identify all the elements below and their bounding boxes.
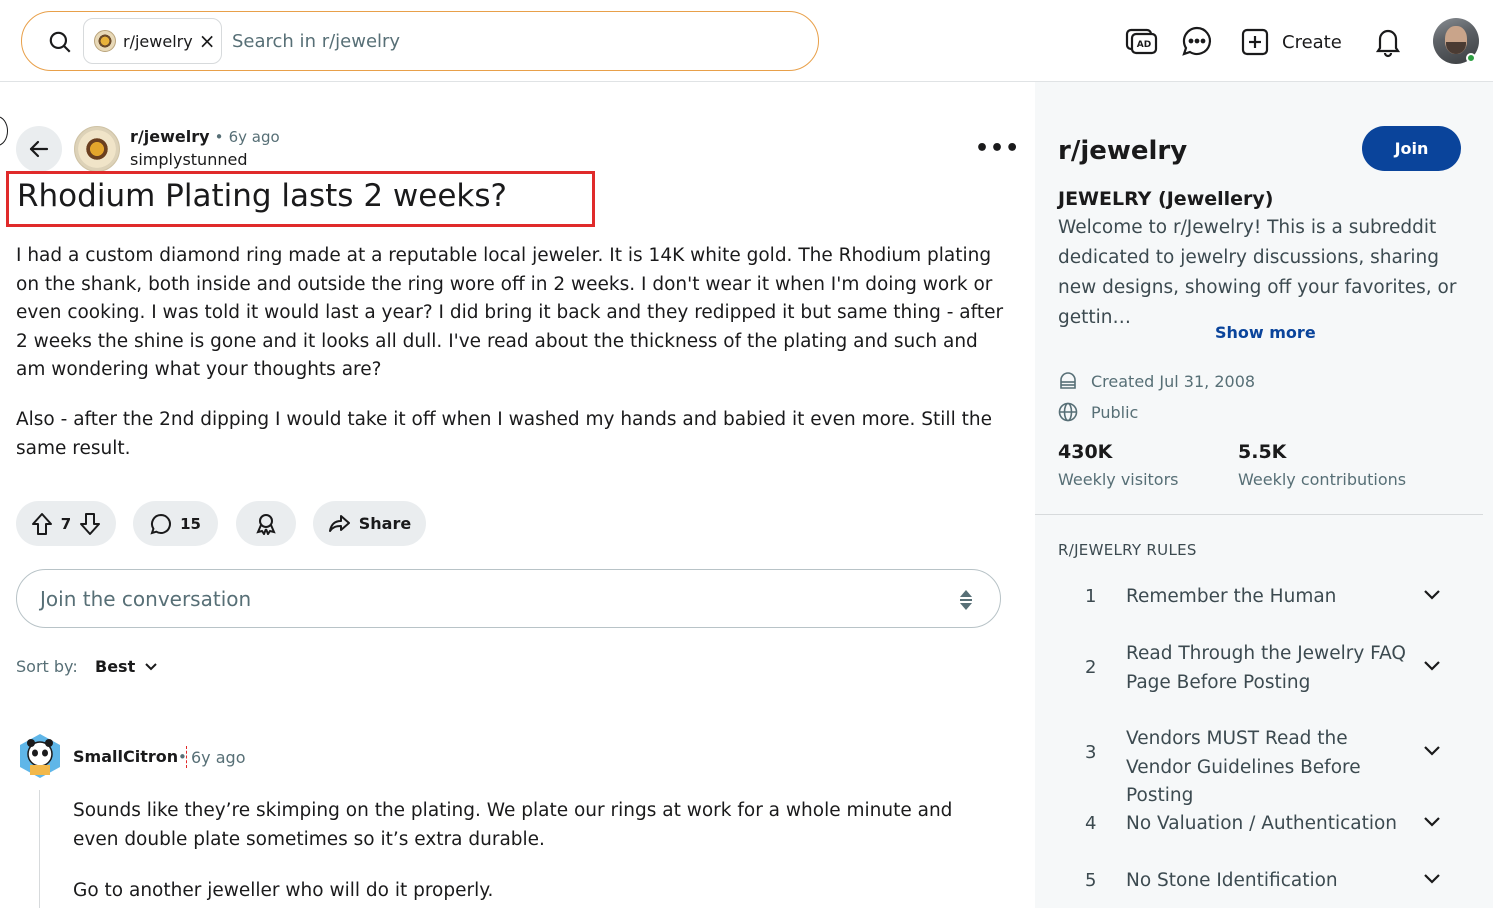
sort-dropdown[interactable]: Best	[95, 657, 158, 676]
chevron-down-icon	[1424, 590, 1440, 600]
vote-count: 7	[60, 514, 72, 533]
show-more-link[interactable]: Show more	[1215, 323, 1316, 342]
rule-number: 1	[1085, 586, 1097, 607]
subreddit-avatar[interactable]	[74, 126, 120, 172]
back-arrow-icon	[29, 140, 49, 158]
ad-icon[interactable]: AD	[1124, 24, 1158, 58]
rule-number: 2	[1085, 657, 1097, 678]
visibility-info: Public	[1058, 402, 1138, 422]
expand-editor-icon[interactable]	[958, 587, 974, 613]
subreddit-chip-label: r/jewelry	[123, 31, 193, 51]
visibility-label: Public	[1091, 402, 1139, 422]
sidebar-heading: JEWELRY (Jewellery)	[1058, 188, 1274, 210]
plus-icon	[1241, 28, 1269, 56]
edge-artifact	[0, 116, 8, 146]
chevron-down-icon	[1424, 874, 1440, 884]
commenter-avatar[interactable]	[18, 732, 62, 780]
post-body-paragraph: I had a custom diamond ring made at a re…	[16, 245, 1004, 380]
meta-separator: •	[214, 128, 224, 146]
created-date: Created Jul 31, 2008	[1091, 371, 1256, 391]
post-body-paragraph: Also - after the 2nd dipping I would tak…	[16, 409, 992, 459]
post-author[interactable]: simplystunned	[130, 150, 247, 169]
post-subreddit-link[interactable]: r/jewelry	[130, 127, 210, 146]
close-icon[interactable]: ×	[199, 31, 216, 51]
dashed-marker	[186, 746, 187, 768]
comment-input[interactable]: Join the conversation	[16, 569, 1001, 628]
online-status-indicator	[1466, 53, 1476, 63]
search-icon	[49, 31, 71, 53]
rule-text: No Stone Identification	[1126, 870, 1338, 891]
rule-number: 4	[1085, 813, 1097, 834]
upvote-icon[interactable]	[31, 512, 53, 536]
comments-button[interactable]: 15	[133, 501, 218, 546]
svg-text:AD: AD	[1137, 40, 1151, 50]
sidebar-community-name: r/jewelry	[1058, 136, 1188, 166]
back-button[interactable]	[16, 126, 62, 172]
rule-text: Vendors MUST Read the Vendor Guidelines …	[1126, 728, 1361, 806]
join-button[interactable]: Join	[1362, 126, 1461, 171]
comment-count: 15	[180, 514, 201, 533]
sidebar-description: Welcome to r/Jewelry! This is a subreddi…	[1058, 217, 1457, 328]
rule-text: Remember the Human	[1126, 586, 1337, 607]
downvote-icon[interactable]	[79, 512, 101, 536]
comment-icon	[150, 513, 172, 535]
search-bar[interactable]: r/jewelry ×	[21, 11, 819, 71]
comment-body-paragraph: Go to another jeweller who will do it pr…	[73, 880, 494, 901]
chevron-down-icon	[1424, 661, 1440, 671]
rule-text: No Valuation / Authentication	[1126, 813, 1398, 834]
comment-age: 6y ago	[191, 748, 246, 767]
vote-control: 7	[16, 501, 116, 546]
share-label: Share	[358, 514, 412, 533]
rule-number: 3	[1085, 742, 1097, 763]
comment-thread-line[interactable]	[39, 790, 40, 908]
community-sidebar: r/jewelry Join JEWELRY (Jewellery) Welco…	[1035, 82, 1493, 908]
sort-label: Sort by:	[16, 657, 78, 676]
comment-body-paragraph: Sounds like they’re skimping on the plat…	[73, 800, 953, 850]
comment-input-placeholder: Join the conversation	[40, 587, 252, 611]
create-button[interactable]: Create	[1240, 22, 1342, 62]
comment-username[interactable]: SmallCitron	[73, 747, 178, 766]
globe-icon	[1058, 402, 1078, 422]
subreddit-search-chip[interactable]: r/jewelry ×	[83, 18, 222, 64]
post-meta: r/jewelry • 6y ago	[130, 127, 280, 146]
rule-number: 5	[1085, 870, 1097, 891]
created-info: Created Jul 31, 2008	[1058, 371, 1255, 391]
top-header: r/jewelry × AD Create	[0, 0, 1493, 82]
share-icon	[328, 514, 350, 532]
chevron-down-icon	[1424, 817, 1440, 827]
create-label: Create	[1282, 31, 1342, 53]
stat-label: Weekly contributions	[1238, 470, 1407, 489]
search-input[interactable]	[232, 26, 792, 56]
more-options-button[interactable]: •••	[975, 136, 1020, 161]
rules-heading: R/JEWELRY RULES	[1058, 541, 1197, 559]
award-icon	[256, 513, 276, 535]
award-button[interactable]	[236, 501, 296, 546]
bell-icon[interactable]	[1371, 24, 1405, 58]
chat-icon[interactable]	[1180, 24, 1214, 58]
stat-label: Weekly visitors	[1058, 470, 1179, 489]
share-button[interactable]: Share	[313, 501, 426, 546]
chevron-down-icon	[1424, 746, 1440, 756]
stat-value: 430K	[1058, 441, 1113, 463]
rule-text: Read Through the Jewelry FAQ Page Before…	[1126, 643, 1406, 693]
sort-value: Best	[95, 657, 136, 676]
post-age: 6y ago	[228, 128, 280, 146]
subreddit-chip-avatar	[94, 30, 116, 52]
post-title: Rhodium Plating lasts 2 weeks?	[17, 178, 507, 214]
sort-chevron-icon	[145, 662, 157, 670]
stat-value: 5.5K	[1238, 441, 1287, 463]
sidebar-divider	[1035, 514, 1483, 515]
calendar-icon	[1060, 372, 1076, 389]
